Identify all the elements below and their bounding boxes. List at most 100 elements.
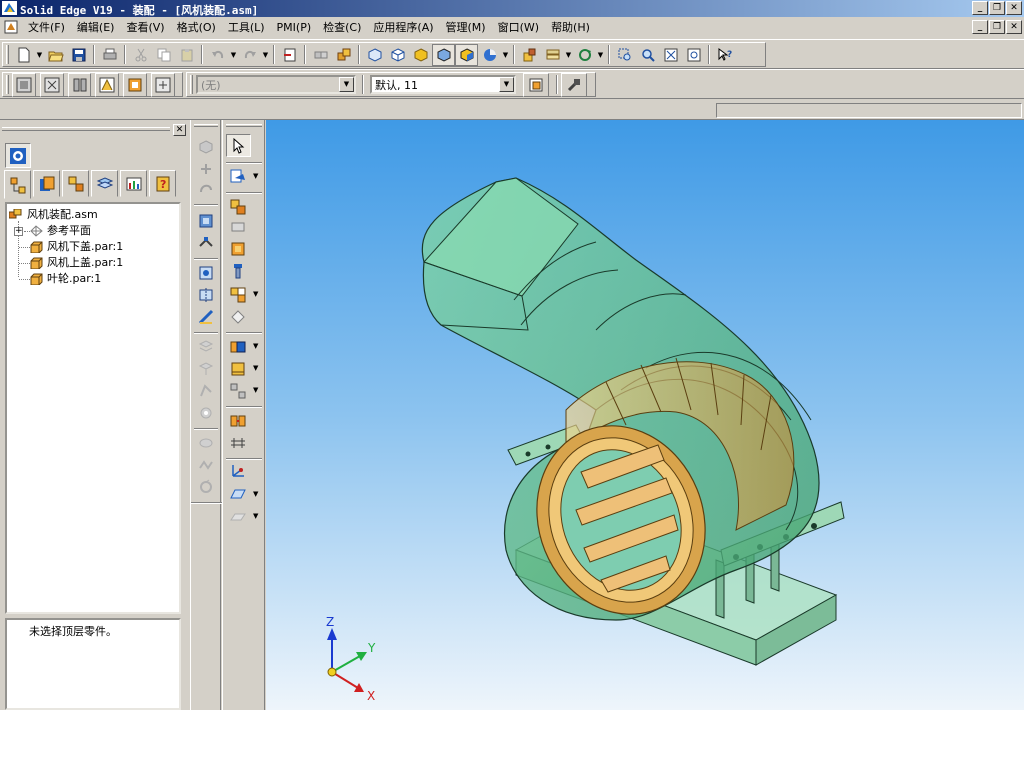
zoom-button[interactable] — [636, 44, 659, 66]
cmd-13-button[interactable] — [197, 434, 215, 452]
menu-item[interactable]: 窗口(W) — [492, 20, 545, 35]
menu-item[interactable]: 应用程序(A) — [367, 20, 439, 35]
assemble-relationship-button[interactable] — [229, 198, 247, 216]
style-manager-button[interactable] — [523, 72, 549, 97]
part-insert-button[interactable] — [278, 44, 301, 66]
restore-button[interactable]: ❐ — [989, 1, 1005, 15]
minimize-button[interactable]: _ — [972, 1, 988, 15]
menu-item[interactable]: 检查(C) — [317, 20, 367, 35]
assembly-tool-4-button[interactable] — [95, 72, 120, 97]
layers-dropdown[interactable]: ▼ — [564, 44, 573, 66]
cut-button[interactable] — [129, 44, 152, 66]
sketch-plane-button[interactable] — [229, 486, 247, 504]
close-button[interactable]: ✕ — [1006, 1, 1022, 15]
menu-item[interactable]: 帮助(H) — [545, 20, 596, 35]
toolbar-grip[interactable] — [190, 75, 193, 94]
toolbar-grip[interactable] — [6, 45, 9, 64]
paste-button[interactable] — [175, 44, 198, 66]
line-button[interactable] — [229, 508, 247, 526]
copy-button[interactable] — [152, 44, 175, 66]
undo-button[interactable] — [206, 44, 229, 66]
frame-button[interactable] — [229, 434, 247, 452]
expand-icon[interactable]: + — [14, 227, 23, 236]
cmd-15-button[interactable] — [197, 478, 215, 496]
new-file-dropdown[interactable]: ▼ — [35, 44, 44, 66]
chevron-down-icon[interactable]: ▼ — [253, 364, 258, 372]
rotate-dropdown[interactable]: ▼ — [596, 44, 605, 66]
cmd-8-button[interactable] — [197, 308, 215, 326]
select-tools-button[interactable] — [518, 44, 541, 66]
document-icon[interactable] — [4, 20, 18, 34]
chevron-down-icon[interactable]: ▼ — [253, 342, 258, 350]
rotate-button[interactable] — [573, 44, 596, 66]
pan-button[interactable] — [682, 44, 705, 66]
layer-combo[interactable]: (无) ▼ — [196, 75, 356, 94]
cmd-11-button[interactable] — [197, 382, 215, 400]
cmd-6-button[interactable] — [197, 264, 215, 282]
tab-parts-library[interactable] — [33, 170, 60, 197]
tab-feature-library[interactable] — [62, 170, 89, 197]
3d-viewport[interactable]: Z Y X — [266, 120, 1024, 710]
command-bar-grip[interactable] — [194, 124, 218, 127]
pane-grip[interactable] — [2, 127, 170, 131]
chevron-down-icon[interactable]: ▼ — [339, 77, 354, 92]
cmd-9-button[interactable] — [197, 338, 215, 356]
render-button[interactable] — [478, 44, 501, 66]
toolbar-grip[interactable] — [6, 75, 9, 94]
pane-close-button[interactable]: ✕ — [173, 124, 186, 136]
fastener-button[interactable] — [229, 262, 247, 280]
cmd-1-button[interactable] — [197, 138, 215, 156]
tree-root[interactable]: 风机装配.asm — [7, 207, 179, 223]
cmd-2-button[interactable] — [197, 160, 215, 178]
menu-item[interactable]: 编辑(E) — [71, 20, 121, 35]
new-file-button[interactable] — [12, 44, 35, 66]
relationship-2-button[interactable] — [229, 218, 247, 236]
cmd-4-button[interactable] — [197, 212, 215, 230]
tree-item-impeller[interactable]: 叶轮.par:1 — [7, 271, 179, 287]
cmd-7-button[interactable] — [197, 286, 215, 304]
reference-plane-button[interactable] — [229, 308, 247, 326]
view-iso-button[interactable] — [386, 44, 409, 66]
style-combo[interactable]: 默认, 11 ▼ — [370, 75, 516, 94]
assemble-button[interactable] — [309, 44, 332, 66]
pathfinder-toggle-button[interactable] — [5, 143, 31, 168]
menu-item[interactable]: 文件(F) — [22, 20, 71, 35]
cmd-14-button[interactable] — [197, 456, 215, 474]
coordinate-system-button[interactable] — [229, 462, 247, 480]
chevron-down-icon[interactable]: ▼ — [253, 512, 258, 520]
bom-button[interactable] — [229, 412, 247, 430]
chevron-down-icon[interactable]: ▼ — [253, 490, 258, 498]
tab-layers[interactable] — [91, 170, 118, 197]
command-bar-grip[interactable] — [226, 124, 262, 127]
chevron-down-icon[interactable]: ▼ — [253, 290, 258, 298]
cmd-10-button[interactable] — [197, 360, 215, 378]
save-button[interactable] — [67, 44, 90, 66]
redo-button[interactable] — [238, 44, 261, 66]
cmd-3-button[interactable] — [197, 180, 215, 198]
doc-close-button[interactable]: ✕ — [1006, 20, 1022, 34]
assembly-tool-5-button[interactable] — [123, 72, 148, 97]
chevron-down-icon[interactable]: ▼ — [253, 386, 258, 394]
menu-item[interactable]: PMI(P) — [271, 20, 318, 35]
tab-sensors[interactable] — [120, 170, 147, 197]
menu-item[interactable]: 格式(O) — [171, 20, 222, 35]
menu-item[interactable]: 管理(M) — [440, 20, 492, 35]
view-top-button[interactable] — [363, 44, 386, 66]
chevron-down-icon[interactable]: ▼ — [253, 172, 258, 180]
tree-item-lower-housing[interactable]: 风机下盖.par:1 — [7, 239, 179, 255]
tab-pathfinder[interactable] — [4, 170, 31, 199]
doc-minimize-button[interactable]: _ — [972, 20, 988, 34]
help-button[interactable]: ? — [713, 44, 736, 66]
tab-help[interactable]: ? — [149, 170, 176, 197]
fit-button[interactable] — [659, 44, 682, 66]
chevron-down-icon[interactable]: ▼ — [499, 77, 514, 92]
shaded-with-edges-button[interactable] — [455, 43, 478, 66]
menu-item[interactable]: 工具(L) — [222, 20, 271, 35]
layers-button[interactable] — [541, 44, 564, 66]
assembly-tool-1-button[interactable] — [11, 72, 36, 97]
properties-button[interactable] — [561, 72, 587, 97]
zoom-area-button[interactable] — [613, 44, 636, 66]
assembly-tool-2-button[interactable] — [39, 72, 64, 97]
visible-edges-button[interactable] — [432, 43, 455, 66]
components-button[interactable] — [332, 44, 355, 66]
